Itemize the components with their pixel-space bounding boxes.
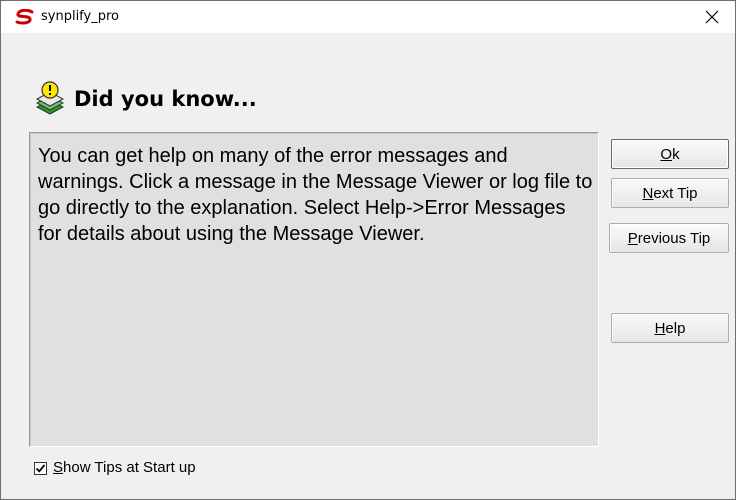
title-bar[interactable]: synplify_pro (1, 1, 735, 33)
next-tip-button[interactable]: Next Tip (611, 178, 729, 208)
checkmark-icon (35, 464, 46, 473)
help-button-label: elp (665, 319, 686, 337)
previous-tip-button-label: revious Tip (637, 229, 711, 247)
show-tips-checkbox[interactable] (34, 462, 47, 475)
synplify-logo-icon (15, 8, 35, 25)
show-tips-label[interactable]: Show Tips at Start up (53, 459, 196, 476)
lightbulb-tip-icon (31, 81, 69, 119)
ok-button-mnemonic: O (660, 145, 673, 163)
close-icon (705, 10, 719, 24)
ok-button[interactable]: Ok (611, 139, 729, 169)
tip-panel: You can get help on many of the error me… (29, 132, 599, 447)
show-tips-label-text: how Tips at Start up (63, 459, 196, 476)
ok-button-label: k (672, 145, 680, 163)
previous-tip-button-mnemonic: P (627, 229, 638, 247)
page-title: Did you know... (74, 87, 257, 111)
next-tip-button-label: ext Tip (653, 184, 698, 202)
tip-text: You can get help on many of the error me… (38, 145, 593, 245)
window-title: synplify_pro (41, 9, 119, 24)
tip-dialog: synplify_pro Did you know... You can get… (0, 0, 736, 500)
show-tips-label-mnemonic: S (53, 459, 64, 476)
help-button-mnemonic: H (654, 319, 666, 337)
next-tip-button-mnemonic: N (642, 184, 654, 202)
previous-tip-button[interactable]: Previous Tip (609, 223, 729, 253)
close-button[interactable] (689, 1, 735, 33)
help-button[interactable]: Help (611, 313, 729, 343)
